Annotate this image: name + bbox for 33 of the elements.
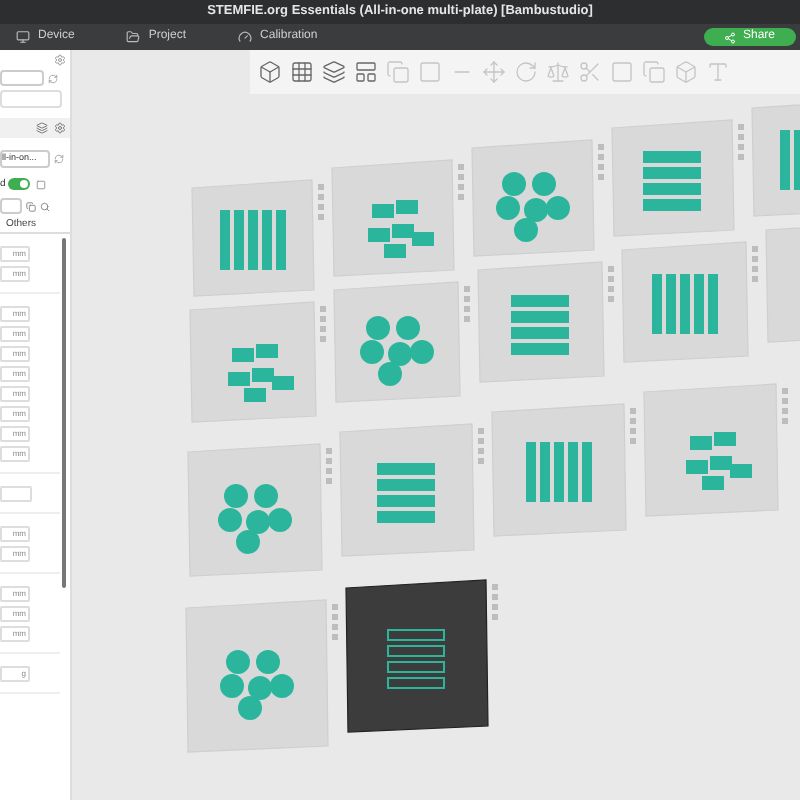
layers-icon[interactable] xyxy=(36,122,48,134)
input-field[interactable] xyxy=(0,70,44,86)
toggle-switch[interactable] xyxy=(7,178,30,190)
grid-icon[interactable] xyxy=(290,60,314,84)
scale-icon[interactable] xyxy=(546,60,570,84)
scrollbar[interactable] xyxy=(62,238,66,588)
cut-icon[interactable] xyxy=(578,60,602,84)
search-icon xyxy=(40,201,50,211)
copy-icon[interactable] xyxy=(642,60,666,84)
copy-icon xyxy=(26,201,36,211)
rotate-icon[interactable] xyxy=(514,60,538,84)
square-icon[interactable] xyxy=(610,60,634,84)
reset-icon xyxy=(48,73,58,83)
build-plate[interactable] xyxy=(345,579,498,733)
input-field[interactable] xyxy=(0,90,62,108)
tab-icon xyxy=(238,30,253,44)
text-icon[interactable] xyxy=(706,60,730,84)
number-field[interactable] xyxy=(0,486,32,502)
cube-icon[interactable] xyxy=(674,60,698,84)
settings-icon[interactable] xyxy=(54,122,66,134)
reset-icon xyxy=(54,154,64,164)
share-icon xyxy=(724,31,737,43)
plate-icon[interactable] xyxy=(35,179,46,189)
settings-icon xyxy=(54,53,66,65)
search-field[interactable] xyxy=(0,198,22,214)
tab-icon xyxy=(126,30,141,44)
add-cube-icon[interactable] xyxy=(258,60,282,84)
copy-icon[interactable] xyxy=(386,60,410,84)
layout-icon[interactable] xyxy=(354,60,378,84)
layers-icon[interactable] xyxy=(322,60,346,84)
move-icon[interactable] xyxy=(482,60,506,84)
square-icon[interactable] xyxy=(418,60,442,84)
tab-icon xyxy=(16,30,30,44)
